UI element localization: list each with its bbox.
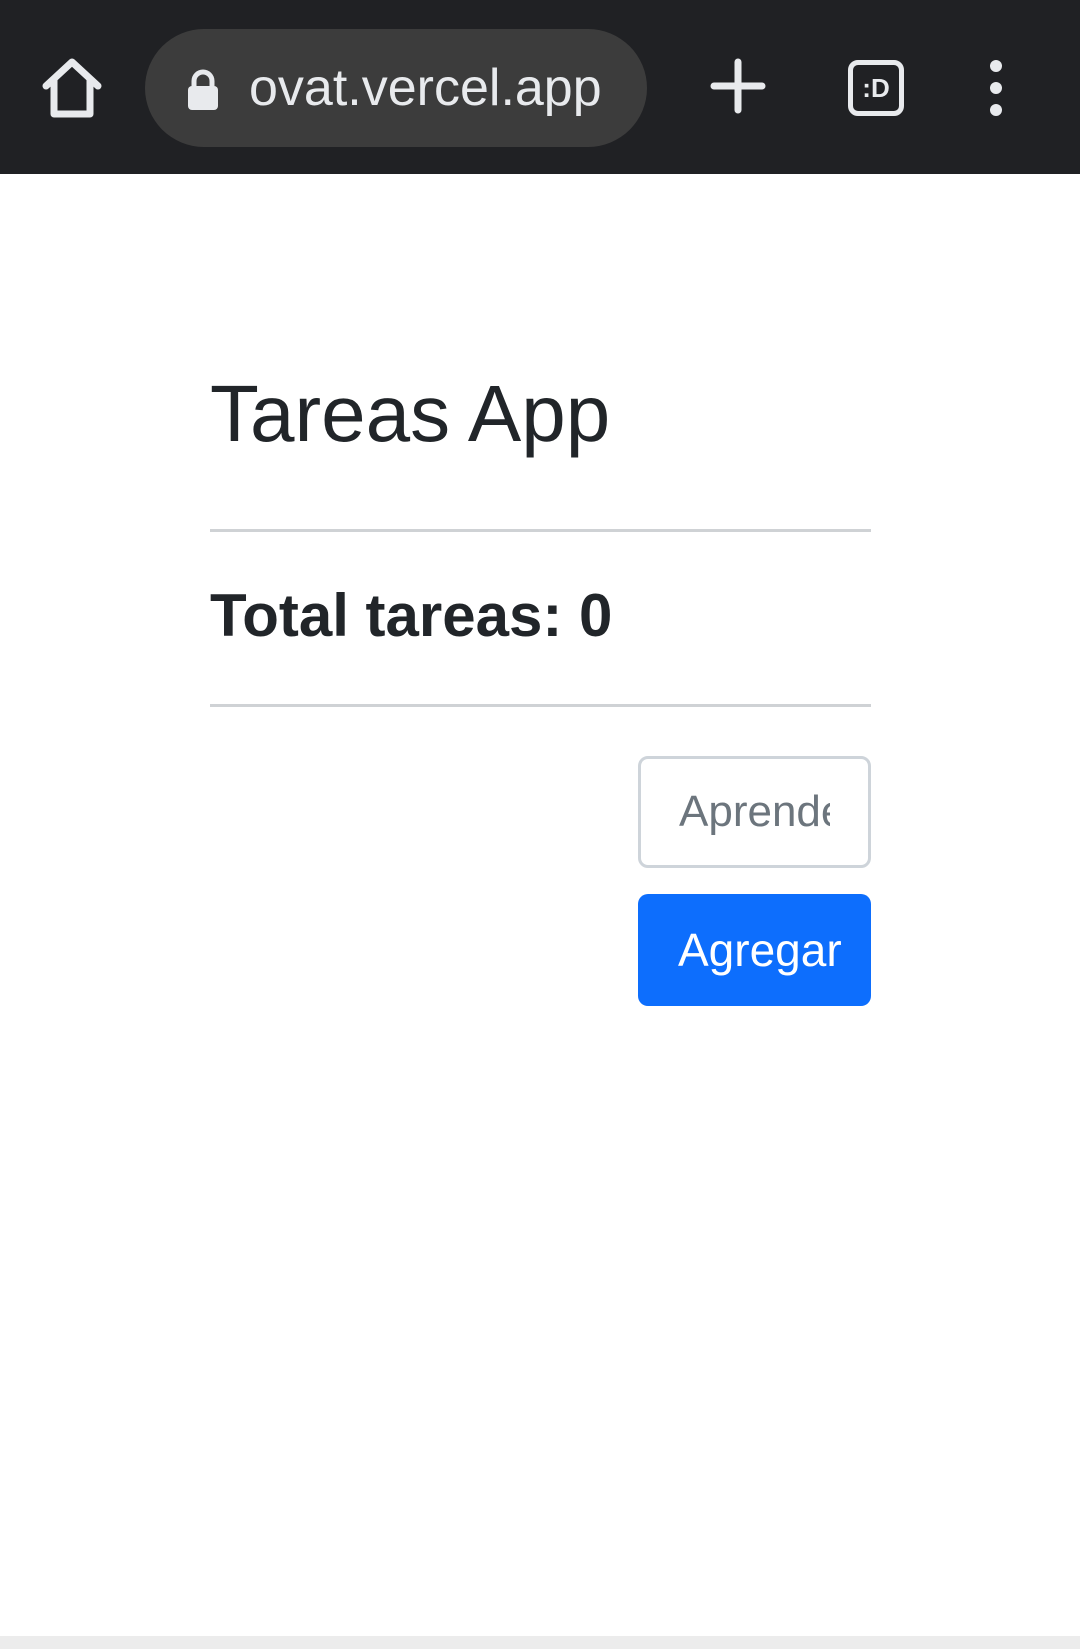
lock-icon [188, 69, 218, 110]
total-tasks-counter: Total tareas: 0 [210, 582, 613, 649]
divider-top [210, 529, 871, 532]
new-tab-button[interactable] [708, 56, 768, 116]
address-bar[interactable]: ovat.vercel.app [145, 29, 647, 147]
browser-toolbar: ovat.vercel.app :D [0, 0, 1080, 174]
tab-switcher-label: :D [862, 73, 890, 103]
bottom-edge [0, 1636, 1080, 1649]
home-icon [42, 58, 102, 118]
page-title: Tareas App [210, 369, 611, 458]
divider-bottom [210, 704, 871, 707]
add-task-button[interactable]: Agregar [638, 894, 871, 1006]
url-text: ovat.vercel.app [249, 59, 602, 117]
task-input[interactable] [638, 756, 871, 868]
home-button[interactable] [36, 52, 108, 124]
more-options-button[interactable] [976, 58, 1016, 118]
tab-switcher-icon[interactable]: :D [848, 60, 904, 116]
more-vert-icon [990, 60, 1002, 116]
plus-icon [710, 58, 766, 114]
